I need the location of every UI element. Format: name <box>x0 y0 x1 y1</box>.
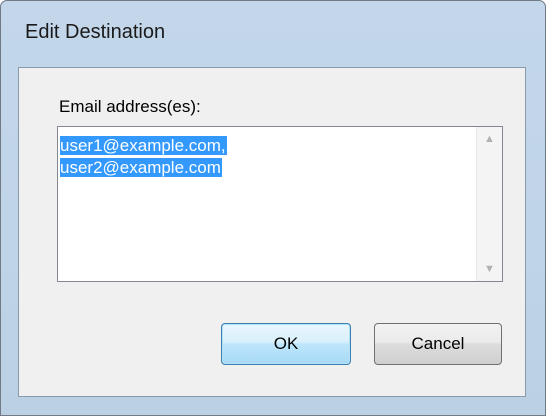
email-line-2-text: user2@example.com <box>60 158 222 177</box>
dialog-body: Email address(es): user1@example.com, us… <box>18 67 526 397</box>
dialog-window: Edit Destination Email address(es): user… <box>0 0 546 416</box>
dialog-title: Edit Destination <box>25 21 166 43</box>
ok-button[interactable]: OK <box>221 323 351 365</box>
email-address-textarea[interactable]: user1@example.com, user2@example.com ▲ ▼ <box>57 126 503 282</box>
window-bottom-frame <box>1 397 545 415</box>
email-line-2: user2@example.com <box>60 157 227 179</box>
email-line-1: user1@example.com, <box>60 135 227 157</box>
title-bar[interactable]: Edit Destination <box>1 1 545 67</box>
vertical-scrollbar[interactable]: ▲ ▼ <box>476 127 502 281</box>
email-address-label: Email address(es): <box>59 97 201 116</box>
scroll-up-arrow-icon[interactable]: ▲ <box>477 129 502 149</box>
email-line-1-text: user1@example.com, <box>60 136 227 155</box>
email-text-content[interactable]: user1@example.com, user2@example.com <box>60 135 227 179</box>
cancel-button[interactable]: Cancel <box>374 323 502 365</box>
scroll-down-arrow-icon[interactable]: ▼ <box>477 259 502 279</box>
